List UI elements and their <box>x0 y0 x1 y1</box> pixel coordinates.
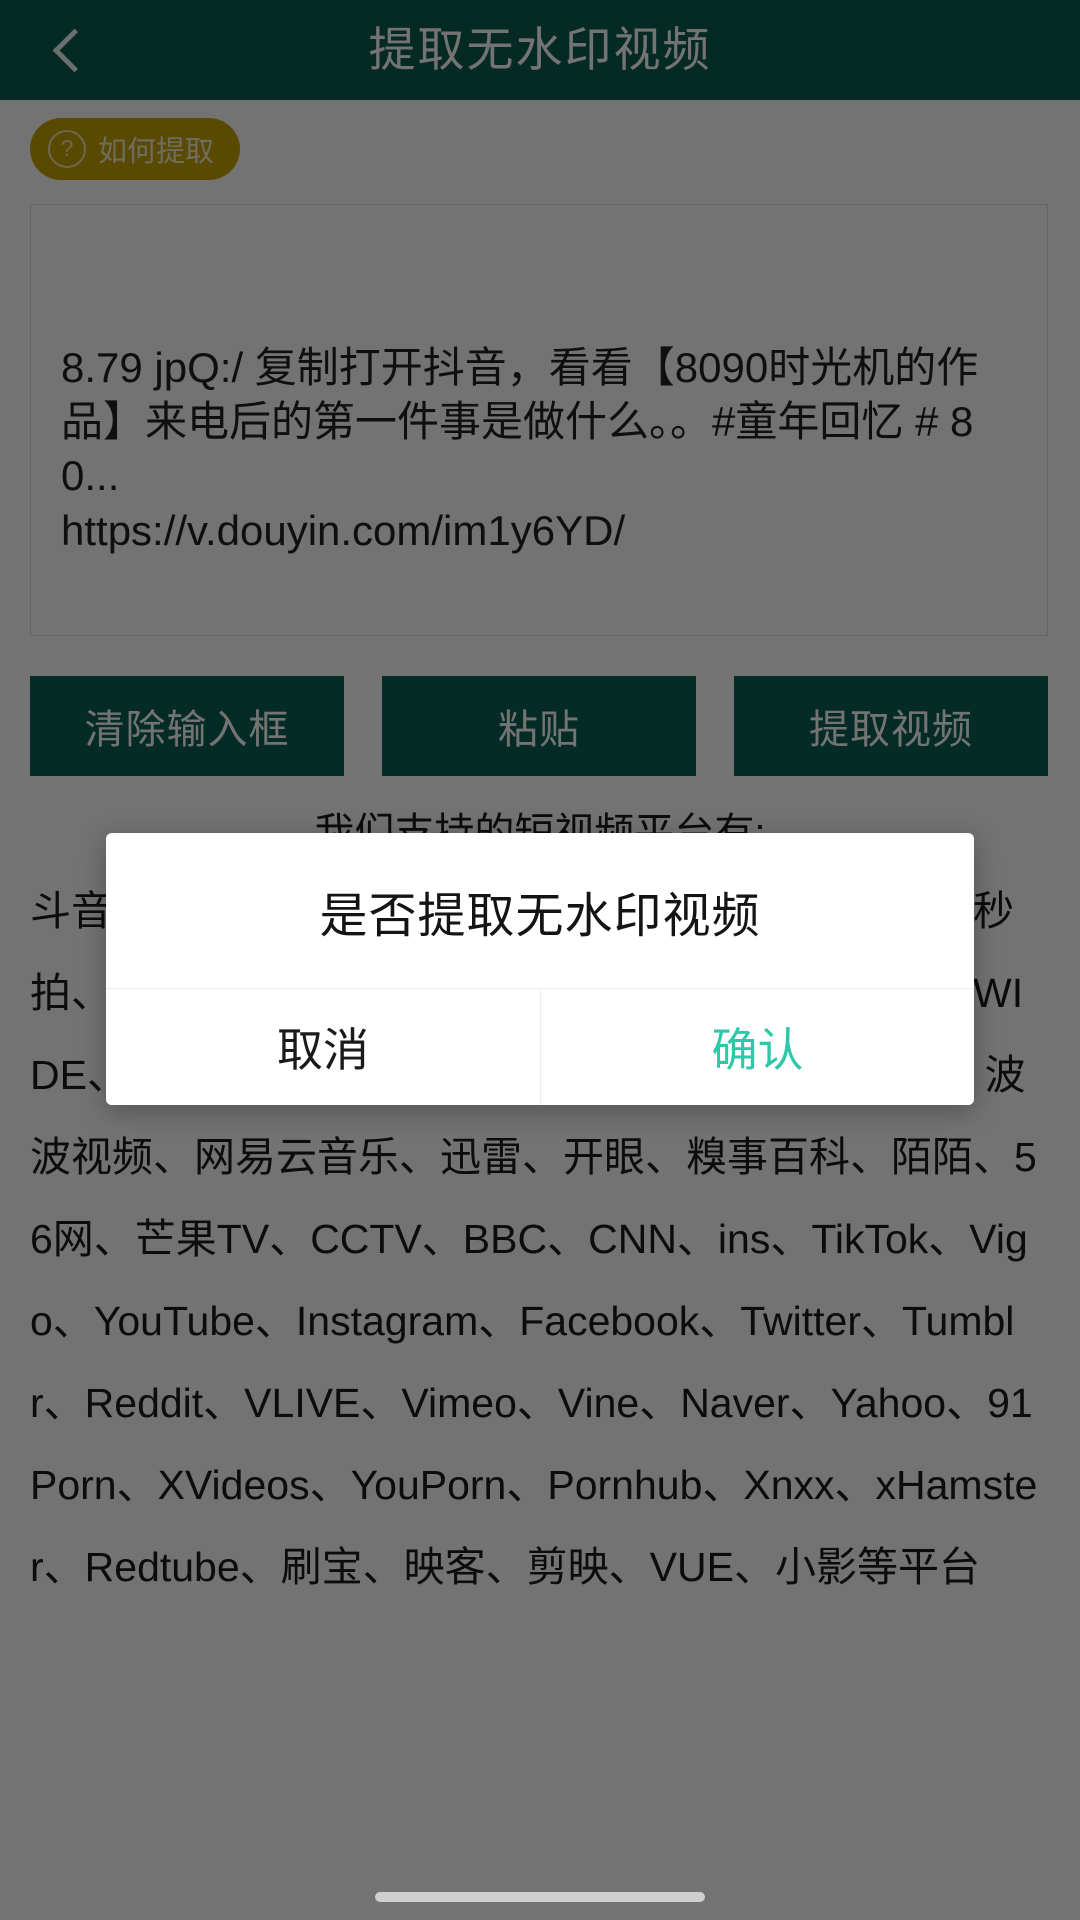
dialog-title: 是否提取无水印视频 <box>319 889 761 943</box>
confirm-dialog: 是否提取无水印视频 取消 确认 <box>106 833 974 1105</box>
dialog-confirm-button[interactable]: 确认 <box>540 989 974 1105</box>
dialog-action-row: 取消 确认 <box>106 988 974 1105</box>
phone-screen: 提取无水印视频 ? 如何提取 8.79 jpQ:/ 复制打开抖音，看看【8090… <box>0 0 1080 1920</box>
dialog-cancel-button[interactable]: 取消 <box>106 989 540 1105</box>
home-indicator[interactable] <box>375 1892 705 1902</box>
